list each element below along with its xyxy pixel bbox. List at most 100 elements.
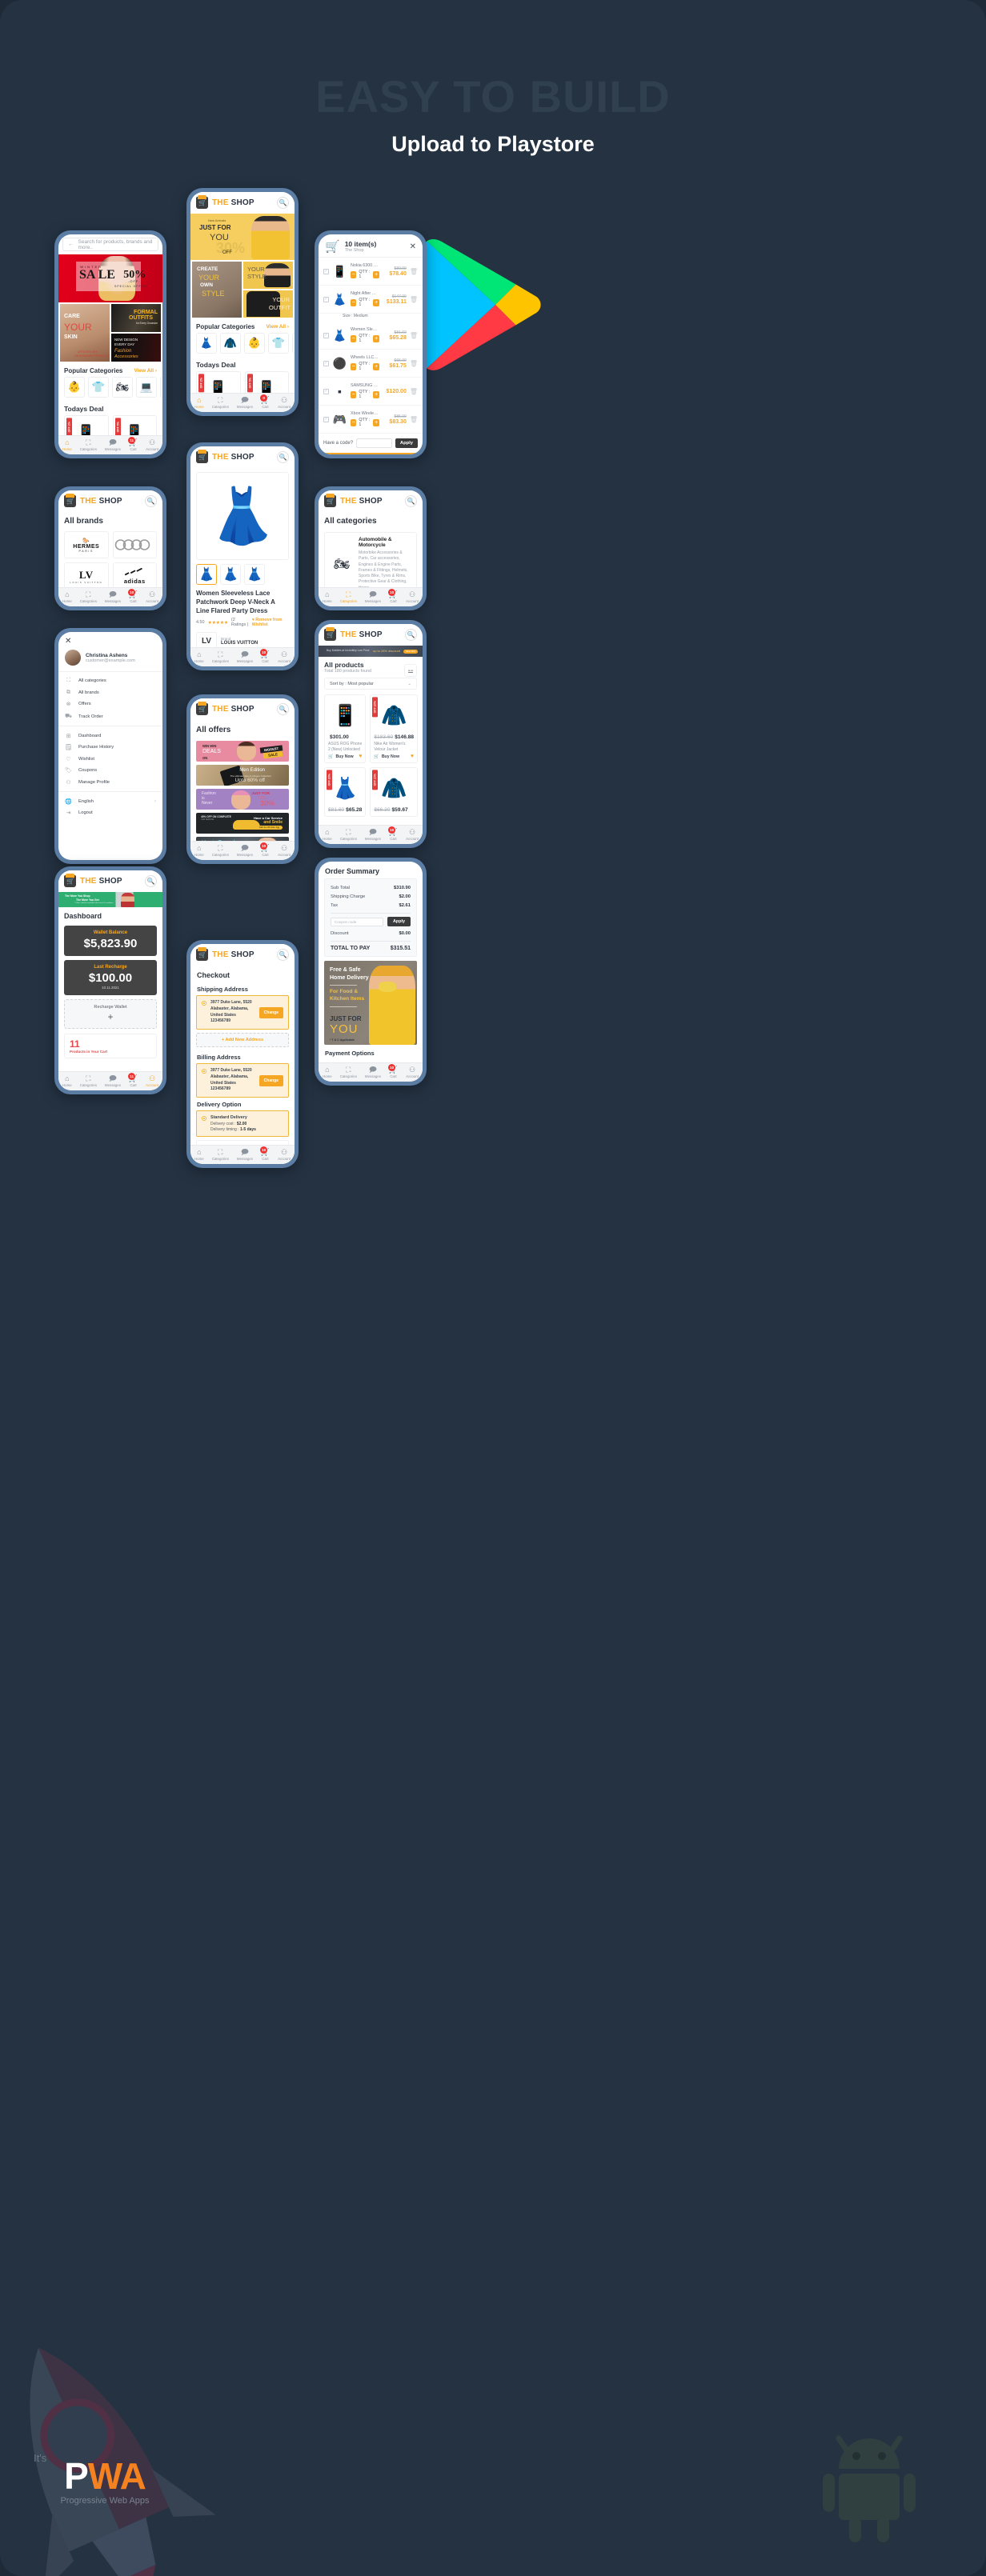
- sidebar-item-home[interactable]: ⌂ Home: [194, 397, 204, 410]
- brand-card-adidas[interactable]: adidas: [112, 562, 157, 590]
- category-card[interactable]: 👶: [244, 333, 265, 354]
- offer-banner-win-win[interactable]: WIN WIN DEALS ON BIGGEST SALE: [196, 741, 289, 762]
- sidebar-item-messages[interactable]: 🗩 Messages: [105, 439, 121, 452]
- sidebar-item-account[interactable]: ⚇ Account: [278, 1149, 291, 1162]
- product-thumbnail[interactable]: 👗: [244, 564, 265, 585]
- view-all-link[interactable]: View All ›: [266, 324, 289, 330]
- category-card[interactable]: 👶: [64, 377, 85, 398]
- qty-increase-button[interactable]: +: [373, 390, 379, 398]
- tile-your-outfit[interactable]: YOUR OUTFIT: [243, 290, 293, 318]
- hero-sale-banner[interactable]: WINTER SA LE 50% -OFF- SPECIAL OFFER: [58, 254, 162, 302]
- sidebar-item-cart[interactable]: 🛒11Cart: [128, 437, 138, 451]
- category-card[interactable]: 👕: [88, 377, 109, 398]
- brand-card-hermes[interactable]: 🐎 HERMES PARIS: [64, 531, 109, 558]
- qty-increase-button[interactable]: +: [373, 270, 379, 278]
- close-icon[interactable]: ✕: [58, 632, 162, 647]
- sidebar-item-cart[interactable]: 🛒10Cart: [388, 826, 398, 841]
- filter-icon[interactable]: ⚍: [404, 664, 417, 677]
- search-icon[interactable]: 🔍: [277, 949, 289, 961]
- sidebar-item-messages[interactable]: 🗩 Messages: [237, 397, 253, 410]
- row-checkbox[interactable]: ✓: [323, 388, 329, 394]
- promo-strip[interactable]: Buy Mobiles at Incredibly Low Price up t…: [319, 646, 423, 657]
- apply-button[interactable]: Apply: [387, 917, 411, 927]
- row-checkbox[interactable]: ✓: [323, 268, 329, 274]
- menu-item-all-brands[interactable]: ⧉ All brands: [58, 687, 162, 699]
- menu-item-dashboard[interactable]: ⊞ Dashboard: [58, 730, 162, 742]
- sidebar-item-home[interactable]: ⌂ Home: [194, 1149, 204, 1162]
- sidebar-item-messages[interactable]: 🗩 Messages: [365, 829, 381, 842]
- product-card[interactable]: OFF 20% 🧥 $183.60 $146.88 Nike Air Women'…: [370, 694, 419, 763]
- wishlist-button[interactable]: ♥ Remove from Wishlist: [252, 618, 289, 627]
- change-button[interactable]: Change: [259, 1006, 283, 1018]
- search-icon[interactable]: 🔍: [277, 197, 289, 209]
- qty-decrease-button[interactable]: −: [351, 334, 357, 342]
- sidebar-item-categories[interactable]: ⛶ Categories: [80, 439, 97, 452]
- sidebar-item-account[interactable]: ⚇ Account: [146, 439, 158, 452]
- sidebar-item-cart[interactable]: 🛒11Cart: [128, 1073, 138, 1087]
- sidebar-item-cart[interactable]: 🛒10Cart: [388, 1064, 398, 1078]
- sidebar-item-cart[interactable]: 🛒10Cart: [260, 649, 270, 663]
- menu-item-all-categories[interactable]: ⛶ All categories: [58, 675, 162, 687]
- radio-button[interactable]: [202, 1069, 206, 1074]
- sidebar-item-account[interactable]: ⚇ Account: [406, 829, 419, 842]
- sidebar-item-account[interactable]: ⚇ Account: [278, 397, 291, 410]
- category-card[interactable]: 🧥: [220, 333, 241, 354]
- promo-button[interactable]: Shop Now: [403, 649, 418, 654]
- sidebar-item-categories[interactable]: ⛶ Categories: [212, 1149, 229, 1162]
- category-scroller[interactable]: 👗 🧥 👶 👕 🏍: [190, 333, 295, 357]
- sidebar-item-messages[interactable]: 🗩 Messages: [365, 1066, 381, 1079]
- product-image[interactable]: 👗: [196, 472, 289, 560]
- category-card[interactable]: 💻: [136, 377, 157, 398]
- qty-decrease-button[interactable]: −: [351, 418, 357, 426]
- buy-now-button[interactable]: 🛒 Buy Now ♥: [374, 754, 414, 759]
- sidebar-item-home[interactable]: ⌂ Home: [62, 591, 72, 604]
- category-card[interactable]: 🏍: [292, 333, 295, 354]
- qty-decrease-button[interactable]: −: [351, 390, 357, 398]
- radio-button[interactable]: [202, 1116, 206, 1121]
- view-all-link[interactable]: View All ›: [134, 368, 157, 374]
- search-icon[interactable]: 🔍: [405, 495, 417, 507]
- sidebar-item-home[interactable]: ⌂ Home: [194, 651, 204, 664]
- delete-icon[interactable]: 🗑: [410, 268, 418, 275]
- sort-select[interactable]: Sort by : Most popular ⌄: [324, 678, 417, 690]
- radio-button[interactable]: [202, 1001, 206, 1006]
- row-checkbox[interactable]: ✓: [323, 296, 329, 302]
- sidebar-item-home[interactable]: ⌂ Home: [323, 829, 332, 842]
- apply-button[interactable]: Apply: [395, 438, 418, 448]
- sidebar-item-messages[interactable]: 🗩 Messages: [365, 591, 381, 604]
- sidebar-item-cart[interactable]: 🛒10Cart: [388, 589, 398, 603]
- product-thumbnail[interactable]: 👗: [196, 564, 217, 585]
- search-icon[interactable]: 🔍: [277, 703, 289, 715]
- sidebar-item-home[interactable]: ⌂ Home: [194, 845, 204, 858]
- delete-icon[interactable]: 🗑: [410, 332, 418, 339]
- arrow-left-icon[interactable]: ←: [68, 242, 74, 247]
- row-checkbox[interactable]: ✓: [323, 416, 329, 422]
- search-icon[interactable]: 🔍: [277, 451, 289, 463]
- tile-formal[interactable]: FORMAL OUTFITS for Every Occasion: [111, 304, 161, 332]
- sidebar-item-account[interactable]: ⚇ Account: [278, 845, 291, 858]
- shipping-address-card[interactable]: 3977 Duke Lane, 5520 Alabaster, Alabama,…: [196, 995, 289, 1030]
- tile-create-your-own-style[interactable]: CREATE YOUR OWN STYLE: [192, 262, 242, 318]
- delete-icon[interactable]: 🗑: [410, 388, 418, 395]
- brand-card-audi[interactable]: [112, 531, 157, 558]
- tile-fashion[interactable]: NEW DESIGN EVERY DAY Fashion Accessories: [111, 334, 161, 362]
- sidebar-item-categories[interactable]: ⛶ Categories: [340, 591, 357, 604]
- qty-decrease-button[interactable]: −: [351, 362, 357, 370]
- qty-increase-button[interactable]: +: [373, 418, 379, 426]
- category-scroller[interactable]: 👶 👕 🏍 💻 📱: [58, 377, 162, 401]
- qty-decrease-button[interactable]: −: [351, 298, 357, 306]
- qty-decrease-button[interactable]: −: [351, 270, 357, 278]
- sidebar-item-home[interactable]: ⌂ Home: [323, 1066, 332, 1079]
- change-button[interactable]: Change: [259, 1074, 283, 1086]
- add-new-address-button[interactable]: + Add New Address: [196, 1033, 289, 1047]
- category-card[interactable]: 👕: [268, 333, 289, 354]
- search-icon[interactable]: 🔍: [405, 629, 417, 641]
- sidebar-item-categories[interactable]: ⛶ Categories: [80, 591, 97, 604]
- coupon-input[interactable]: [356, 438, 392, 448]
- product-card[interactable]: OFF 20% 👗 $81.60 $65.28: [324, 767, 367, 817]
- just-for-you-banner[interactable]: New Arrivals JUST FOR YOU 30% OFF: [190, 214, 295, 260]
- offer-banner-car-service[interactable]: 40% OFF ON COMPLETE CAR SERVICE Have a C…: [196, 813, 289, 834]
- qty-increase-button[interactable]: +: [373, 362, 379, 370]
- recharge-wallet-button[interactable]: Recharge Wallet +: [64, 999, 157, 1029]
- sidebar-item-categories[interactable]: ⛶ Categories: [340, 829, 357, 842]
